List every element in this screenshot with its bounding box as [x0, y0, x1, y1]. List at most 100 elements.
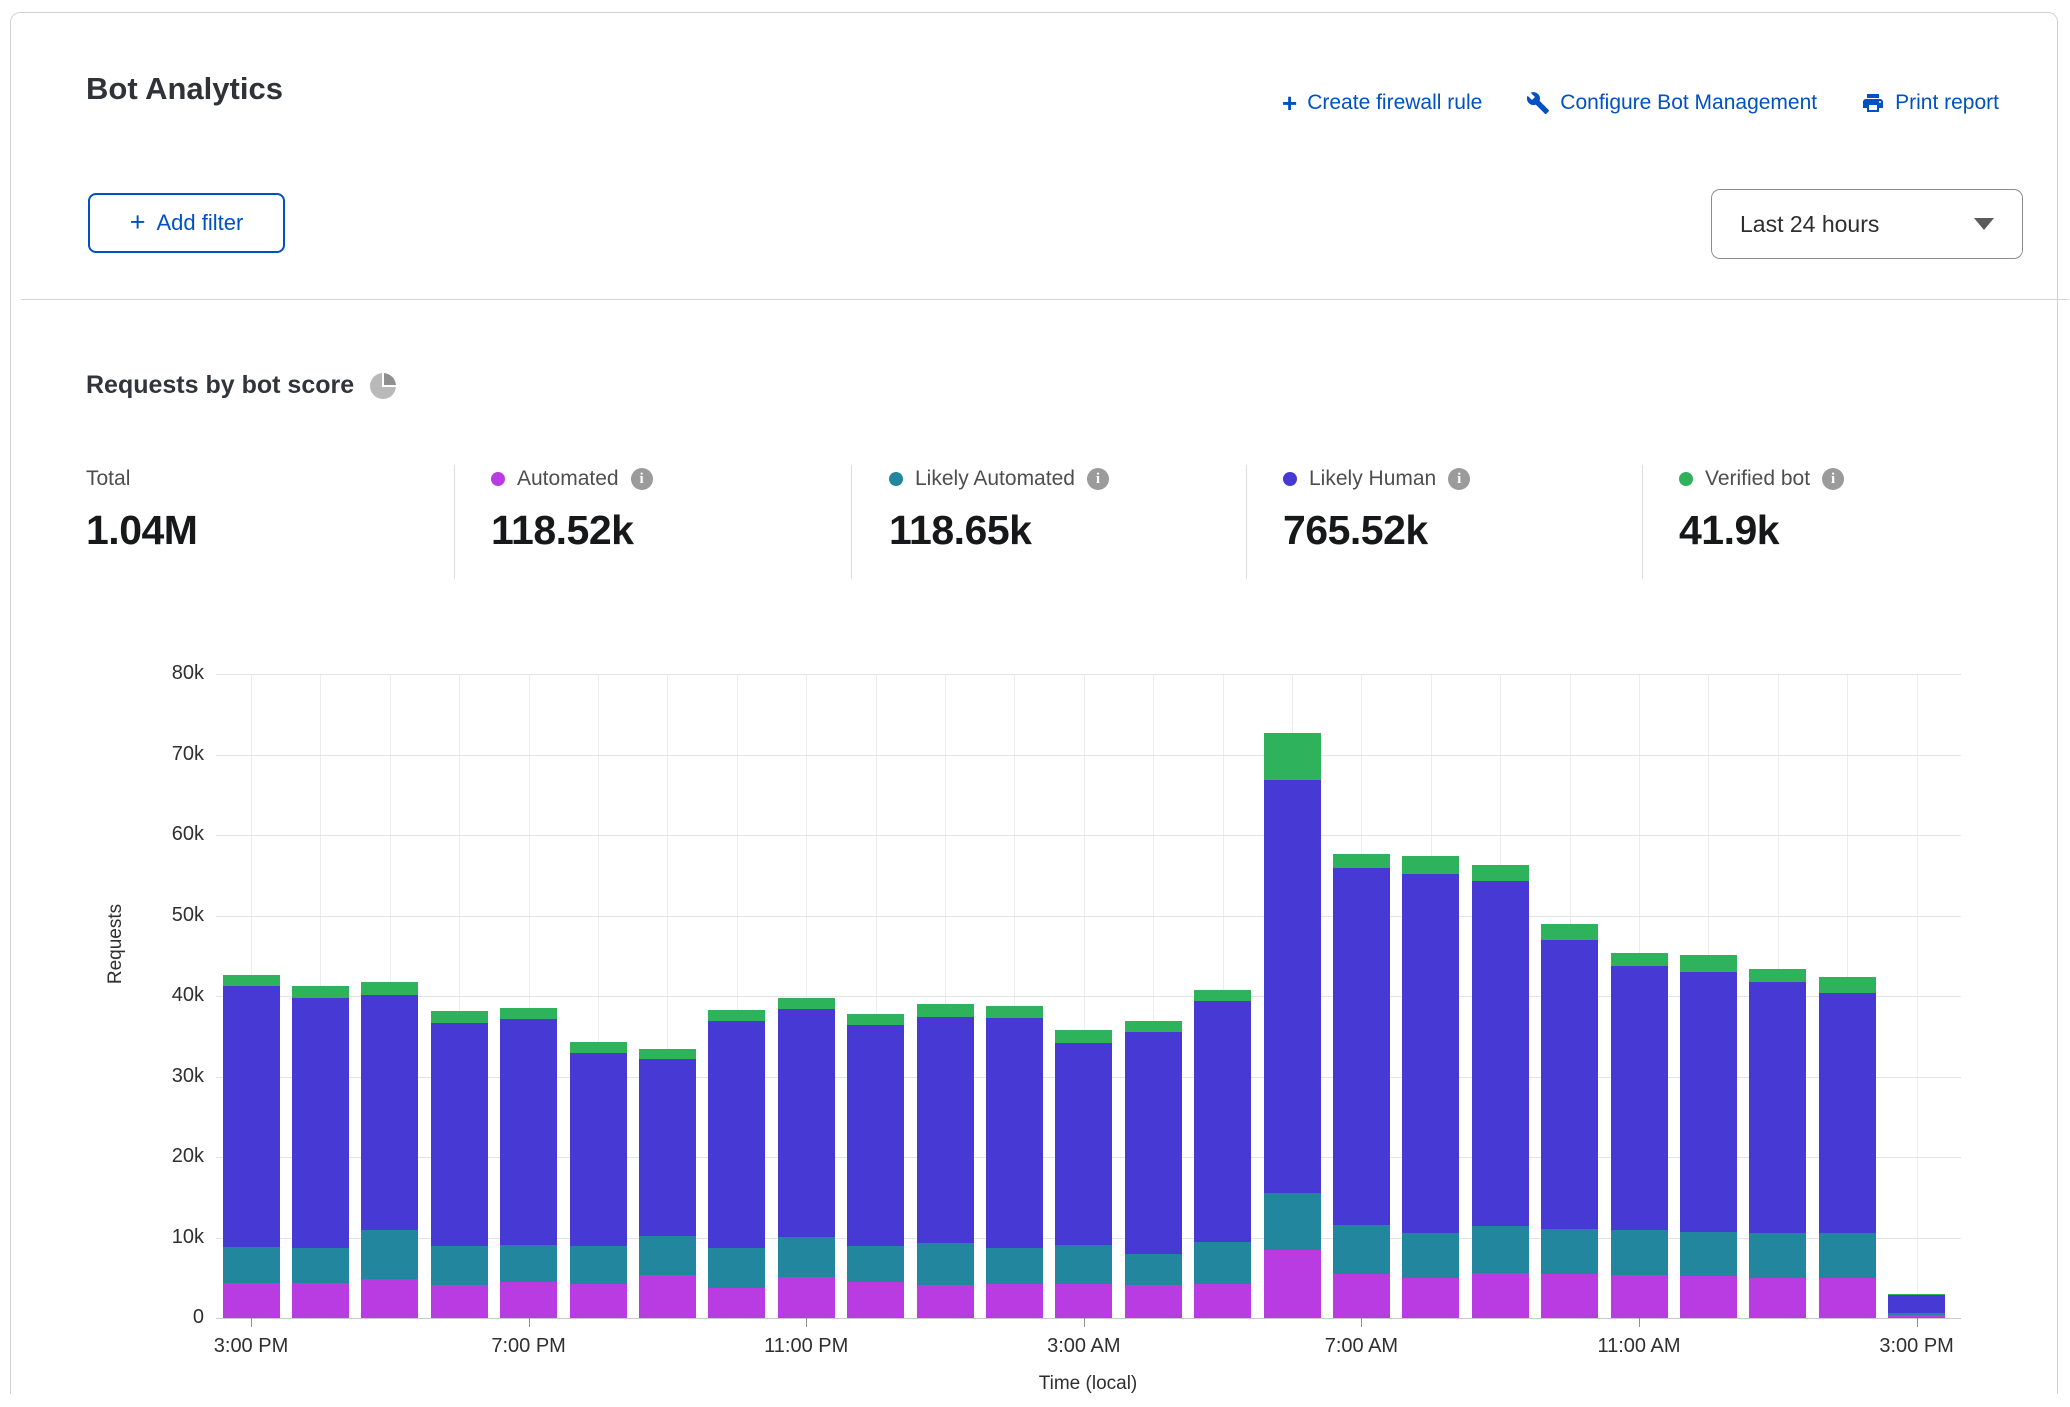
stacked-bar[interactable]	[1541, 924, 1598, 1318]
configure-bot-management-link[interactable]: Configure Bot Management	[1526, 91, 1817, 115]
likely_automated-segment	[1194, 1242, 1251, 1285]
stat-divider	[851, 465, 852, 579]
likely_human-segment	[708, 1021, 765, 1248]
automated-segment	[500, 1282, 557, 1318]
likely_human-segment	[1055, 1043, 1112, 1245]
y-axis-tick-label: 30k	[69, 1065, 204, 1088]
stacked-bar[interactable]	[431, 1011, 488, 1319]
printer-icon	[1861, 91, 1885, 115]
automated-segment	[639, 1275, 696, 1318]
likely_human-segment	[292, 998, 349, 1248]
horizontal-gridline	[216, 1318, 1961, 1319]
stacked-bar[interactable]	[986, 1006, 1043, 1318]
chart-title: Requests by bot score	[86, 371, 354, 400]
info-icon[interactable]: i	[1822, 468, 1844, 490]
likely_automated-segment	[292, 1248, 349, 1283]
pie-chart-icon	[370, 373, 396, 399]
likely_automated-segment	[361, 1230, 418, 1279]
x-axis-tick	[529, 1318, 530, 1327]
stacked-bar[interactable]	[1055, 1030, 1112, 1318]
configure-bot-management-label: Configure Bot Management	[1560, 91, 1817, 115]
stacked-bar[interactable]	[847, 1014, 904, 1318]
stacked-bar[interactable]	[1749, 969, 1806, 1318]
verified_bot-segment	[708, 1010, 765, 1021]
likely_automated-segment	[1055, 1245, 1112, 1284]
x-axis-tick	[1084, 1318, 1085, 1327]
likely_automated-segment	[1680, 1232, 1737, 1276]
stacked-bar[interactable]	[1333, 854, 1390, 1318]
stacked-bar[interactable]	[917, 1004, 974, 1318]
time-range-select[interactable]: Last 24 hours	[1711, 189, 2023, 259]
stacked-bar[interactable]	[570, 1042, 627, 1318]
likely-automated-dot	[889, 472, 903, 486]
stacked-bar[interactable]	[1194, 990, 1251, 1318]
print-report-link[interactable]: Print report	[1861, 91, 1999, 115]
likely_human-segment	[1819, 993, 1876, 1233]
create-firewall-rule-link[interactable]: + Create firewall rule	[1282, 91, 1482, 115]
stacked-bar[interactable]	[1680, 955, 1737, 1318]
verified_bot-segment	[1749, 969, 1806, 982]
stacked-bar[interactable]	[361, 982, 418, 1318]
automated-segment	[917, 1285, 974, 1318]
add-filter-button[interactable]: + Add filter	[88, 193, 285, 253]
header-divider	[21, 299, 2069, 300]
likely_human-segment	[223, 986, 280, 1247]
stat-label: Automated	[517, 467, 619, 491]
automated-segment	[431, 1285, 488, 1318]
automated-segment	[361, 1279, 418, 1318]
likely_automated-segment	[431, 1246, 488, 1285]
x-axis-tick-label: 7:00 PM	[491, 1335, 565, 1358]
stacked-bar[interactable]	[639, 1049, 696, 1318]
x-axis-tick-label: 3:00 AM	[1047, 1335, 1120, 1358]
stat-value: 1.04M	[86, 507, 197, 554]
time-range-value: Last 24 hours	[1740, 211, 1879, 238]
likely_human-segment	[1264, 780, 1321, 1193]
info-icon[interactable]: i	[1087, 468, 1109, 490]
stacked-bar[interactable]	[1611, 953, 1668, 1318]
horizontal-gridline	[216, 674, 1961, 675]
stacked-bar[interactable]	[500, 1008, 557, 1318]
stacked-bar[interactable]	[778, 998, 835, 1318]
likely_human-segment	[361, 995, 418, 1230]
y-axis-title: Requests	[105, 879, 127, 1009]
likely_automated-segment	[1125, 1254, 1182, 1285]
stacked-bar[interactable]	[1264, 733, 1321, 1318]
x-axis-tick	[1639, 1318, 1640, 1327]
horizontal-gridline	[216, 835, 1961, 836]
info-icon[interactable]: i	[631, 468, 653, 490]
stat-divider	[454, 465, 455, 579]
x-axis-tick	[806, 1318, 807, 1327]
likely_automated-segment	[1264, 1193, 1321, 1250]
likely_human-segment	[847, 1025, 904, 1246]
likely_automated-segment	[708, 1248, 765, 1288]
verified_bot-segment	[847, 1014, 904, 1025]
stacked-bar[interactable]	[292, 986, 349, 1318]
x-axis-tick	[1917, 1318, 1918, 1327]
automated-segment	[292, 1283, 349, 1318]
automated-dot	[491, 472, 505, 486]
x-axis-tick	[1361, 1318, 1362, 1327]
verified_bot-segment	[1472, 865, 1529, 881]
stacked-bar[interactable]	[1125, 1021, 1182, 1318]
stacked-bar[interactable]	[708, 1010, 765, 1318]
stacked-bar[interactable]	[1402, 856, 1459, 1318]
stacked-bar[interactable]	[1888, 1294, 1945, 1318]
likely_automated-segment	[917, 1243, 974, 1285]
x-axis-tick-label: 3:00 PM	[214, 1335, 288, 1358]
stacked-bar[interactable]	[1819, 977, 1876, 1318]
likely_human-segment	[917, 1017, 974, 1243]
verified_bot-segment	[986, 1006, 1043, 1018]
automated-segment	[1264, 1250, 1321, 1318]
verified_bot-segment	[778, 998, 835, 1009]
likely_automated-segment	[1888, 1313, 1945, 1315]
info-icon[interactable]: i	[1448, 468, 1470, 490]
automated-segment	[847, 1282, 904, 1318]
y-axis-tick-label: 10k	[69, 1226, 204, 1249]
likely_automated-segment	[778, 1237, 835, 1277]
stacked-bar[interactable]	[1472, 865, 1529, 1318]
y-axis-tick-label: 50k	[69, 904, 204, 927]
verified_bot-segment	[1541, 924, 1598, 939]
header-actions: + Create firewall rule Configure Bot Man…	[1282, 91, 1999, 115]
y-axis-tick-label: 70k	[69, 743, 204, 766]
stacked-bar[interactable]	[223, 975, 280, 1318]
